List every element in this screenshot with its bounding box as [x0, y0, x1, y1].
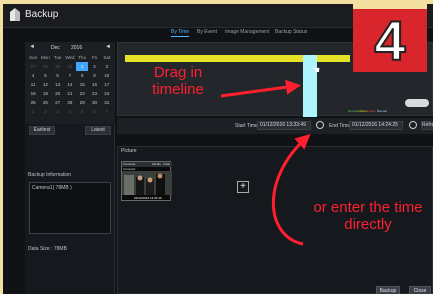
- backup-window: Backup By Time By Event Image Management…: [3, 4, 433, 294]
- arrow-to-time-fields: [272, 133, 311, 246]
- tutorial-frame: Backup By Time By Event Image Management…: [0, 0, 433, 294]
- arrow-to-timeline: [220, 79, 301, 98]
- annotation-arrows: [220, 79, 311, 246]
